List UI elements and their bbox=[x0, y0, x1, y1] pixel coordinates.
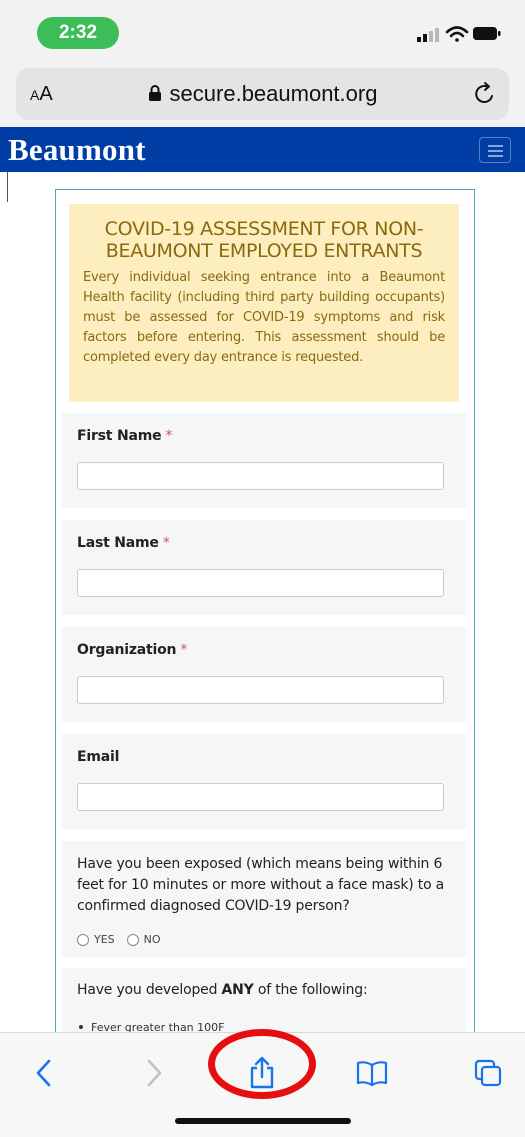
back-icon bbox=[36, 1059, 51, 1087]
bullet-icon bbox=[79, 1025, 83, 1029]
wifi-icon bbox=[445, 26, 469, 42]
first-name-group: First Name * bbox=[62, 413, 466, 508]
yes-label[interactable]: YES bbox=[94, 933, 115, 946]
symptoms-question-text: Have you developed ANY of the following: bbox=[77, 980, 451, 1001]
divider bbox=[7, 172, 8, 202]
site-logo[interactable]: Beaumont bbox=[8, 127, 146, 172]
organization-label: Organization * bbox=[77, 642, 451, 658]
phone-screen: 2:32 AA secure.beaumont.org Beaumont COV… bbox=[0, 0, 525, 1137]
notice-body: Every individual seeking entrance into a… bbox=[83, 270, 445, 365]
organization-label-text: Organization bbox=[77, 642, 177, 658]
last-name-field[interactable] bbox=[77, 569, 444, 597]
battery-icon bbox=[473, 27, 501, 40]
last-name-label: Last Name * bbox=[77, 535, 451, 551]
lock-icon bbox=[148, 85, 161, 102]
notice-title: COVID-19 ASSESSMENT FOR NON-BEAUMONT EMP… bbox=[104, 218, 424, 262]
required-marker: * bbox=[180, 642, 188, 658]
back-button[interactable] bbox=[22, 1051, 66, 1095]
symptoms-question-prefix: Have you developed bbox=[77, 982, 222, 998]
url-display[interactable]: secure.beaumont.org bbox=[16, 68, 509, 120]
first-name-field[interactable] bbox=[77, 462, 444, 490]
last-name-label-text: Last Name bbox=[77, 535, 159, 551]
yes-radio[interactable] bbox=[77, 933, 89, 946]
notice-box: COVID-19 ASSESSMENT FOR NON-BEAUMONT EMP… bbox=[69, 204, 459, 402]
exposure-question-group: Have you been exposed (which means being… bbox=[62, 841, 466, 957]
organization-group: Organization * bbox=[62, 627, 466, 722]
reload-icon[interactable] bbox=[471, 80, 499, 108]
exposure-question-text: Have you been exposed (which means being… bbox=[77, 856, 445, 914]
email-group: Email bbox=[62, 734, 466, 829]
symptoms-question-emphasis: ANY bbox=[221, 982, 254, 998]
page-content: COVID-19 ASSESSMENT FOR NON-BEAUMONT EMP… bbox=[0, 172, 525, 1058]
organization-field[interactable] bbox=[77, 676, 444, 704]
symptoms-question-suffix: of the following: bbox=[253, 982, 368, 998]
menu-bar-icon bbox=[488, 155, 503, 157]
tabs-icon bbox=[474, 1059, 502, 1087]
signal-icon bbox=[417, 28, 439, 42]
hamburger-menu-button[interactable] bbox=[479, 137, 511, 163]
first-name-label-text: First Name bbox=[77, 428, 162, 444]
url-text: secure.beaumont.org bbox=[169, 81, 378, 106]
no-radio[interactable] bbox=[126, 933, 139, 946]
email-field[interactable] bbox=[77, 783, 444, 811]
address-bar[interactable]: AA secure.beaumont.org bbox=[16, 68, 509, 120]
email-label: Email bbox=[77, 749, 120, 765]
no-label[interactable]: NO bbox=[144, 933, 161, 946]
last-name-group: Last Name * bbox=[62, 520, 466, 615]
menu-bar-icon bbox=[488, 145, 503, 147]
forward-button[interactable] bbox=[132, 1051, 176, 1095]
status-bar: 2:32 bbox=[0, 0, 525, 58]
exposure-options: YES NO bbox=[77, 933, 451, 946]
status-time[interactable]: 2:32 bbox=[37, 17, 119, 49]
menu-bar-icon bbox=[488, 150, 503, 152]
status-icons bbox=[417, 26, 501, 42]
bookmarks-icon bbox=[356, 1061, 388, 1087]
site-header: Beaumont bbox=[0, 127, 525, 172]
tabs-button[interactable] bbox=[466, 1051, 510, 1095]
first-name-label: First Name * bbox=[77, 428, 451, 444]
assessment-form-card: COVID-19 ASSESSMENT FOR NON-BEAUMONT EMP… bbox=[55, 189, 475, 1058]
share-highlight-annotation bbox=[208, 1029, 316, 1099]
required-marker: * bbox=[165, 428, 173, 444]
bookmarks-button[interactable] bbox=[350, 1051, 394, 1095]
required-marker: * bbox=[162, 535, 170, 551]
forward-icon bbox=[147, 1059, 162, 1087]
home-indicator[interactable] bbox=[175, 1118, 351, 1124]
